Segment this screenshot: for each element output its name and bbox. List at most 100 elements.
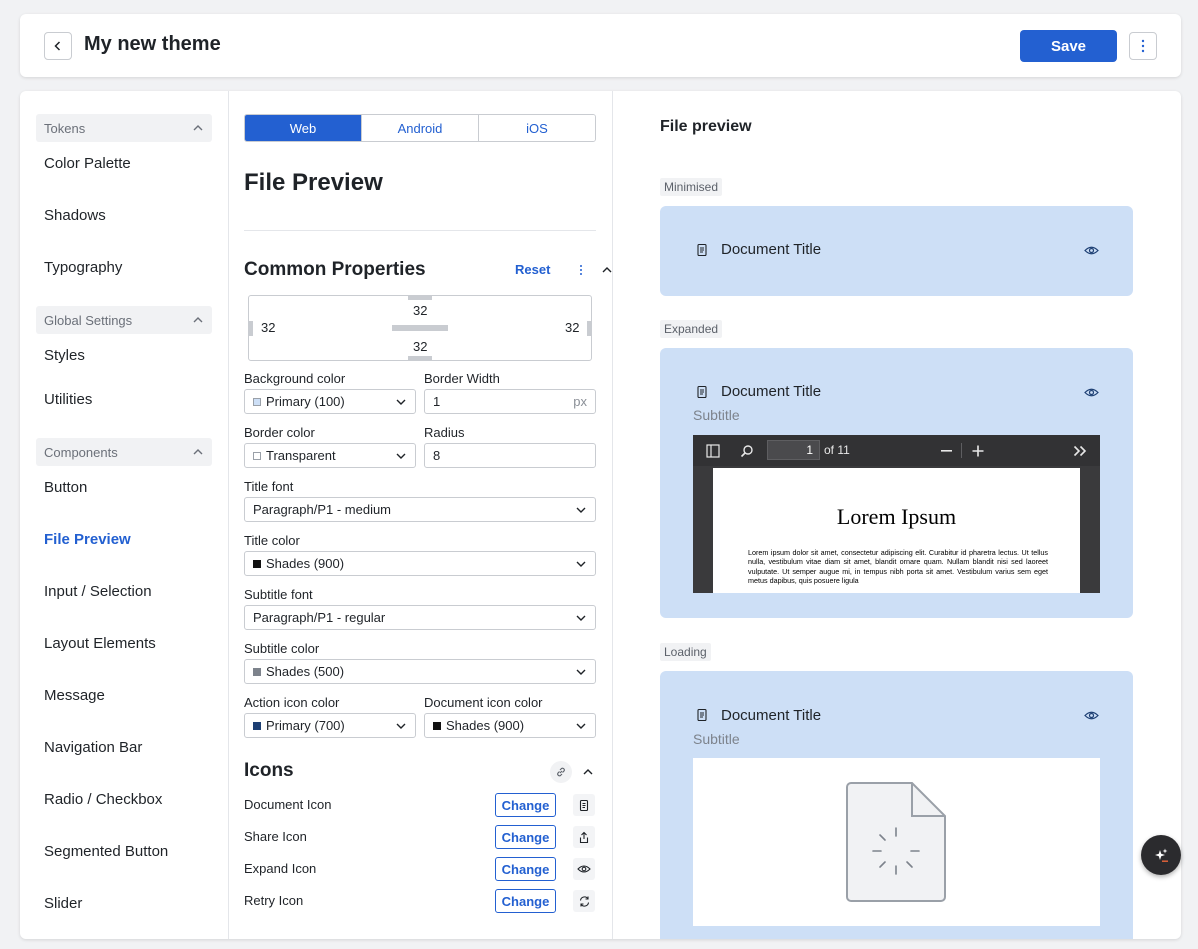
document-icon-color-select[interactable]: Shades (900) <box>424 713 596 738</box>
back-button[interactable] <box>44 32 72 60</box>
double-chevron-right-icon[interactable] <box>1073 445 1087 457</box>
chevron-down-icon <box>576 561 586 567</box>
document-icon-color-label: Document icon color <box>424 695 543 710</box>
input-value: 1 <box>433 394 441 409</box>
document-title: Document Title <box>721 383 822 400</box>
border-width-input[interactable]: 1 px <box>424 389 596 414</box>
zoom-out-icon[interactable] <box>941 450 953 452</box>
pdf-page-number: 1 <box>806 443 813 457</box>
file-preview-card-expanded: Document Title Subtitle 1 of 11 Lorem Ip… <box>660 348 1133 618</box>
padding-bottom-value[interactable]: 32 <box>413 339 427 354</box>
sidebar-item-segmented-button[interactable]: Segmented Button <box>44 843 168 860</box>
padding-top-value[interactable]: 32 <box>413 303 427 318</box>
title-color-label: Title color <box>244 533 300 548</box>
sidebar-group-tokens[interactable]: Tokens <box>36 114 212 142</box>
sidebar-item-utilities[interactable]: Utilities <box>44 391 92 408</box>
icons-section-title: Icons <box>244 760 294 781</box>
eye-icon[interactable] <box>1084 387 1099 398</box>
sidebar-toggle-icon[interactable] <box>706 444 720 458</box>
chevron-down-icon <box>576 669 586 675</box>
chevron-down-icon <box>576 723 586 729</box>
reset-button[interactable]: Reset <box>515 262 550 277</box>
sidebar-item-message[interactable]: Message <box>44 687 105 704</box>
radius-input[interactable]: 8 <box>424 443 596 468</box>
chevron-up-icon[interactable] <box>582 766 594 778</box>
sidebar-item-slider[interactable]: Slider <box>44 895 82 912</box>
zoom-in-icon[interactable] <box>972 445 984 457</box>
padding-left-value[interactable]: 32 <box>261 320 275 335</box>
background-color-label: Background color <box>244 371 346 386</box>
tab-android[interactable]: Android <box>362 115 479 141</box>
sidebar-group-global-settings[interactable]: Global Settings <box>36 306 212 334</box>
chevron-left-icon <box>54 41 61 51</box>
document-subtitle: Subtitle <box>693 731 740 747</box>
preview-panel: File preview Minimised Document Title Ex… <box>614 91 1181 939</box>
document-icon <box>573 794 595 816</box>
title-color-select[interactable]: Shades (900) <box>244 551 596 576</box>
tab-ios[interactable]: iOS <box>479 115 595 141</box>
file-loading-icon <box>846 782 946 902</box>
border-color-select[interactable]: Transparent <box>244 443 416 468</box>
subtitle-font-label: Subtitle font <box>244 587 313 602</box>
file-preview-card-minimised: Document Title <box>660 206 1133 296</box>
link-icon[interactable] <box>550 761 572 783</box>
sidebar-item-styles[interactable]: Styles <box>44 347 85 364</box>
pdf-viewer[interactable]: 1 of 11 Lorem Ipsum Lorem ipsum dolor si… <box>693 435 1100 593</box>
pdf-page-input[interactable]: 1 <box>767 440 820 460</box>
padding-bottom-handle[interactable] <box>408 356 432 360</box>
input-value: 8 <box>433 448 441 463</box>
subtitle-color-select[interactable]: Shades (500) <box>244 659 596 684</box>
unit-label: px <box>573 394 587 409</box>
chevron-down-icon <box>396 399 406 405</box>
action-icon-color-select[interactable]: Primary (700) <box>244 713 416 738</box>
document-title: Document Title <box>721 707 822 724</box>
expand-icon-label: Expand Icon <box>244 861 317 876</box>
retry-icon-label: Retry Icon <box>244 893 304 908</box>
padding-right-value[interactable]: 32 <box>565 320 579 335</box>
change-expand-icon-button[interactable]: Change <box>495 857 556 881</box>
sidebar-item-typography[interactable]: Typography <box>44 259 122 276</box>
search-icon[interactable] <box>740 444 754 458</box>
retry-icon <box>573 890 595 912</box>
ai-assistant-button[interactable] <box>1141 835 1181 875</box>
change-retry-icon-button[interactable]: Change <box>495 889 556 913</box>
sidebar-group-label: Global Settings <box>44 312 133 328</box>
sidebar-item-navigation-bar[interactable]: Navigation Bar <box>44 739 142 756</box>
change-document-icon-button[interactable]: Change <box>495 793 556 817</box>
chevron-up-icon[interactable] <box>601 264 613 276</box>
border-width-label: Border Width <box>424 371 500 386</box>
sidebar-group-label: Components <box>44 444 118 460</box>
chevron-down-icon <box>396 723 406 729</box>
sidebar-item-shadows[interactable]: Shadows <box>44 207 106 224</box>
sidebar-item-input-selection[interactable]: Input / Selection <box>44 583 152 600</box>
sidebar-item-radio-checkbox[interactable]: Radio / Checkbox <box>44 791 162 808</box>
sidebar-item-layout-elements[interactable]: Layout Elements <box>44 635 156 652</box>
more-options-button[interactable] <box>1129 32 1157 60</box>
padding-top-handle[interactable] <box>408 296 432 300</box>
pdf-page-heading: Lorem Ipsum <box>836 504 957 529</box>
sidebar-item-file-preview[interactable]: File Preview <box>44 531 131 548</box>
document-title: Document Title <box>721 241 822 258</box>
eye-icon[interactable] <box>1084 245 1099 256</box>
page-title: My new theme <box>84 33 221 55</box>
change-share-icon-button[interactable]: Change <box>495 825 556 849</box>
padding-left-handle[interactable] <box>249 321 253 336</box>
subtitle-font-select[interactable]: Paragraph/P1 - regular <box>244 605 596 630</box>
sidebar: Tokens Color Palette Shadows Typography … <box>20 91 229 939</box>
more-options-icon[interactable] <box>575 264 587 276</box>
sidebar-item-color-palette[interactable]: Color Palette <box>44 155 131 172</box>
tab-web[interactable]: Web <box>245 115 362 141</box>
padding-editor: 32 32 32 32 <box>248 295 592 361</box>
sidebar-group-components[interactable]: Components <box>36 438 212 466</box>
sidebar-item-button[interactable]: Button <box>44 479 87 496</box>
eye-icon[interactable] <box>1084 710 1099 721</box>
padding-center <box>392 325 448 331</box>
background-color-select[interactable]: Primary (100) <box>244 389 416 414</box>
share-icon-label: Share Icon <box>244 829 307 844</box>
save-button[interactable]: Save <box>1020 30 1117 62</box>
title-font-select[interactable]: Paragraph/P1 - medium <box>244 497 596 522</box>
pdf-page: Lorem Ipsum Lorem ipsum dolor sit amet, … <box>713 468 1080 593</box>
padding-right-handle[interactable] <box>587 321 591 336</box>
state-tag-loading: Loading <box>660 643 711 661</box>
pdf-toolbar: 1 of 11 <box>693 435 1100 466</box>
